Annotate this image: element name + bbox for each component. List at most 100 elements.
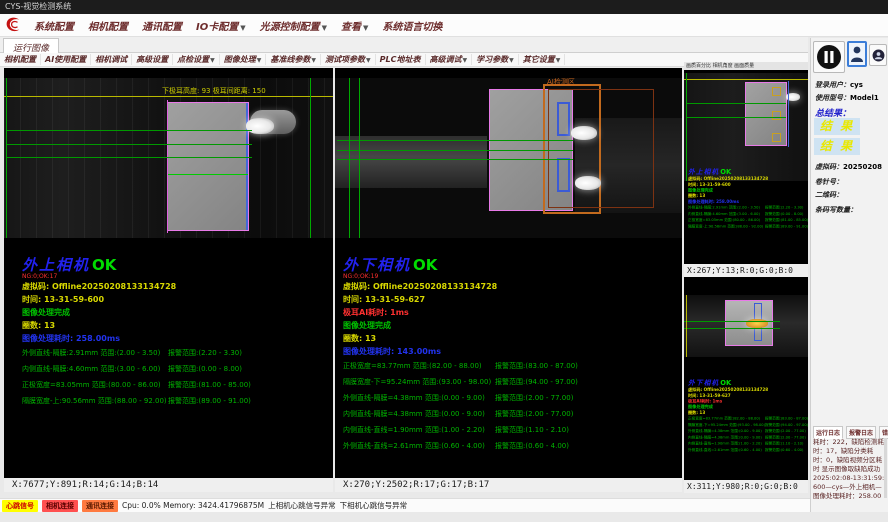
camera-connection-badge: 相机连接 xyxy=(42,500,78,512)
measurement-value: 内侧直线-隔膜=4.38mm 范围:(0.00 - 9.00) xyxy=(343,409,485,419)
measurement-value: 内侧直线-隔膜=4.38mm 范围:(0.00 - 9.00) xyxy=(688,435,762,440)
menu-comm-config[interactable]: 通讯配置 xyxy=(135,18,189,33)
tool-camera-debug[interactable]: 相机调试 xyxy=(91,54,132,65)
tool-spot-check[interactable]: 点检设置▼ xyxy=(173,54,220,65)
guide-line-vertical xyxy=(349,78,350,238)
turns-line: 圈数: 13 xyxy=(335,332,682,345)
time-line: 时间: 13-31-59-600 xyxy=(4,293,333,306)
status-bar: 心跳信号 相机连接 通讯连接 Cpu: 0.0% Memory: 3424.41… xyxy=(0,498,810,512)
measurement-value: 隔膜宽度-上:90.56mm 范围:(88.00 - 92.00) xyxy=(22,396,167,406)
camera-image-upper[interactable]: 下极耳高度: 93 极耳间距离: 150 xyxy=(4,78,333,238)
virtual-code-value: 20250208 xyxy=(843,163,882,171)
user-icon xyxy=(850,45,864,63)
menu-light-control-config[interactable]: 光源控制配置▼ xyxy=(253,18,334,33)
menu-system-config[interactable]: 系统配置 xyxy=(27,18,81,33)
menu-label: 查看 xyxy=(341,22,361,33)
measurement-value: 正极宽度=83.77mm 范围:(82.00 - 88.00) xyxy=(343,361,482,371)
tool-learning-params[interactable]: 学习参数▼ xyxy=(472,54,519,65)
comm-connection-badge: 通讯连接 xyxy=(82,500,118,512)
measure-line xyxy=(6,144,252,145)
menu-label: 系统语言切换 xyxy=(382,22,442,33)
menu-io-card-config[interactable]: IO卡配置▼ xyxy=(189,18,253,33)
tool-test-item-params[interactable]: 测试项参数▼ xyxy=(321,54,376,65)
tab-bar: 运行图像 xyxy=(0,37,808,53)
menu-label: 系统配置 xyxy=(34,22,74,33)
login-user-button[interactable] xyxy=(847,41,867,67)
model-label: 使用型号： xyxy=(815,94,850,102)
measurement-value: 内侧直线-直线=1.90mm 范围:(1.00 - 2.20) xyxy=(688,441,762,446)
chevron-down-icon: ▼ xyxy=(240,24,245,32)
guide-line-vertical xyxy=(310,78,311,238)
chevron-down-icon: ▼ xyxy=(210,57,215,64)
ok-status: OK xyxy=(92,256,116,274)
cpu-memory-readout: Cpu: 0.0% Memory: 3424.41796875M xyxy=(122,501,264,510)
alarm-range: 报警范围:(94.00 - 97.00) xyxy=(495,377,578,387)
tool-plc-address-table[interactable]: PLC地址表 xyxy=(376,54,426,65)
window-titlebar: CYS-视觉检测系统 xyxy=(0,0,888,14)
alarm-range: 报警范围:(83.00 - 87.00) xyxy=(495,361,578,371)
tool-image-processing[interactable]: 图像处理▼ xyxy=(220,54,267,65)
measurement-value: 外侧直线-直线=2.61mm 范围:(0.60 - 4.00) xyxy=(688,447,762,452)
time-line: 时间: 13-31-59-627 xyxy=(335,293,682,306)
tool-advanced-settings[interactable]: 高级设置 xyxy=(132,54,173,65)
alarm-range: 报警范围:(2.00 - 77.00) xyxy=(765,428,806,433)
pixel-coordinate-readout-small-top: X:267;Y:13;R:0;G:0;B:0 xyxy=(684,264,808,277)
menu-label: 相机配置 xyxy=(88,22,128,33)
measurement-value: 外侧直线-隔膜:2.91mm 范围:(2.00 - 3.50) xyxy=(688,205,760,210)
pixel-coordinate-readout-lower: X:270;Y:2502;R:17;G:17;B:17 xyxy=(335,478,682,492)
app-window: CYS-视觉检测系统 系统配置 相机配置 通讯配置 IO卡配置▼ 光源控制配置▼… xyxy=(0,0,888,522)
tool-label: 点检设置 xyxy=(177,55,209,64)
alarm-range: 报警范围:(0.60 - 4.00) xyxy=(765,447,803,452)
tool-camera-config[interactable]: 相机配置 xyxy=(0,54,41,65)
camera-name: 外下相机 xyxy=(343,256,411,274)
small-camera-view-bottom[interactable]: 外下相机OK 虚拟码: Offline20250208133134728 时间:… xyxy=(684,277,808,480)
camera-view-lower[interactable]: AI检测区 外下相机OK NG:0;OK:19 虚拟码: Offline2025… xyxy=(335,68,682,478)
tool-label: AI使用配置 xyxy=(45,55,86,64)
alarm-range: 报警范围:(2.00 - 77.00) xyxy=(495,393,573,403)
login-user-value: cys xyxy=(850,81,863,89)
tool-label: 其它设置 xyxy=(523,55,555,64)
control-buttons xyxy=(813,41,888,73)
measure-line xyxy=(168,174,248,175)
menu-language-switch[interactable]: 系统语言切换 xyxy=(375,18,449,33)
camera-image-lower[interactable]: AI检测区 xyxy=(335,78,682,238)
tool-advanced-debug[interactable]: 高级调试▼ xyxy=(426,54,473,65)
measure-line xyxy=(684,321,780,322)
mini-image-top xyxy=(684,73,808,181)
small-column-header: 画质百分比 相机角度 画面质量 xyxy=(684,62,808,70)
measurement-row: 外侧直线-直线=2.61mm 范围:(0.60 - 4.00)报警范围:(0.6… xyxy=(688,447,808,453)
measurement-value: 隔膜宽度-下=95.24mm 范围:(93.00 - 98.00) xyxy=(343,377,491,387)
camera-name: 外下相机 xyxy=(688,379,719,387)
chevron-down-icon: ▼ xyxy=(311,57,316,64)
result-display-2: 结 果 xyxy=(814,138,860,155)
tool-ai-usage-config[interactable]: AI使用配置 xyxy=(41,54,91,65)
measurement-value: 外侧直线-隔膜=4.38mm 范围:(0.00 - 9.00) xyxy=(343,393,485,403)
measure-line xyxy=(686,117,786,118)
menu-view[interactable]: 查看▼ xyxy=(334,18,375,33)
alarm-range: 报警范围:(1.10 - 2.10) xyxy=(495,425,569,435)
small-camera-view-top[interactable]: 外上相机OK 虚拟码: Offline20250208133134728 时间:… xyxy=(684,70,808,264)
menu-camera-config[interactable]: 相机配置 xyxy=(81,18,135,33)
lower-camera-heartbeat-status: 下相机心跳信号异常 xyxy=(340,500,408,511)
operator-button[interactable] xyxy=(869,44,887,66)
chevron-down-icon: ▼ xyxy=(509,57,514,64)
mini-overlay-bottom: 外下相机OK 虚拟码: Offline20250208133134728 时间:… xyxy=(688,377,808,453)
camera-view-upper[interactable]: 下极耳高度: 93 极耳间距离: 150 外上相机OK NG:0;OK:17 虚… xyxy=(4,68,333,478)
electrode-tab-highlight xyxy=(571,126,597,140)
tool-baseline-params[interactable]: 基准线参数▼ xyxy=(266,54,321,65)
measurement-value: 正极宽度=83.05mm 范围:(80.00 - 86.00) xyxy=(22,380,161,390)
log-scrollbar[interactable] xyxy=(884,438,887,498)
tool-other-settings[interactable]: 其它设置▼ xyxy=(519,54,566,65)
yellow-reference-line xyxy=(4,96,333,97)
pause-button[interactable] xyxy=(813,41,845,73)
tool-label: 高级调试 xyxy=(430,55,462,64)
measurement-row: 隔膜宽度-上:90.56mm 范围:(88.00 - 92.00)报警范围:(8… xyxy=(688,223,808,229)
tab-run-image[interactable]: 运行图像 xyxy=(3,38,59,53)
winding-pin-label: 卷针号： xyxy=(815,177,843,187)
ok-status: OK xyxy=(720,168,731,176)
model-value: Model1 xyxy=(850,94,879,102)
pause-icon xyxy=(816,44,842,70)
ai-time-line: 极耳AI耗时: 1ms xyxy=(335,306,682,319)
measurement-row: 外侧直线-直线=2.61mm 范围:(0.60 - 4.00)报警范围:(0.6… xyxy=(335,438,682,454)
log-text: 耗时：222，缺陷检测耗时：17，缺陷分类耗时：0，缺陷视频分区耗时 显示图像取… xyxy=(813,438,885,502)
